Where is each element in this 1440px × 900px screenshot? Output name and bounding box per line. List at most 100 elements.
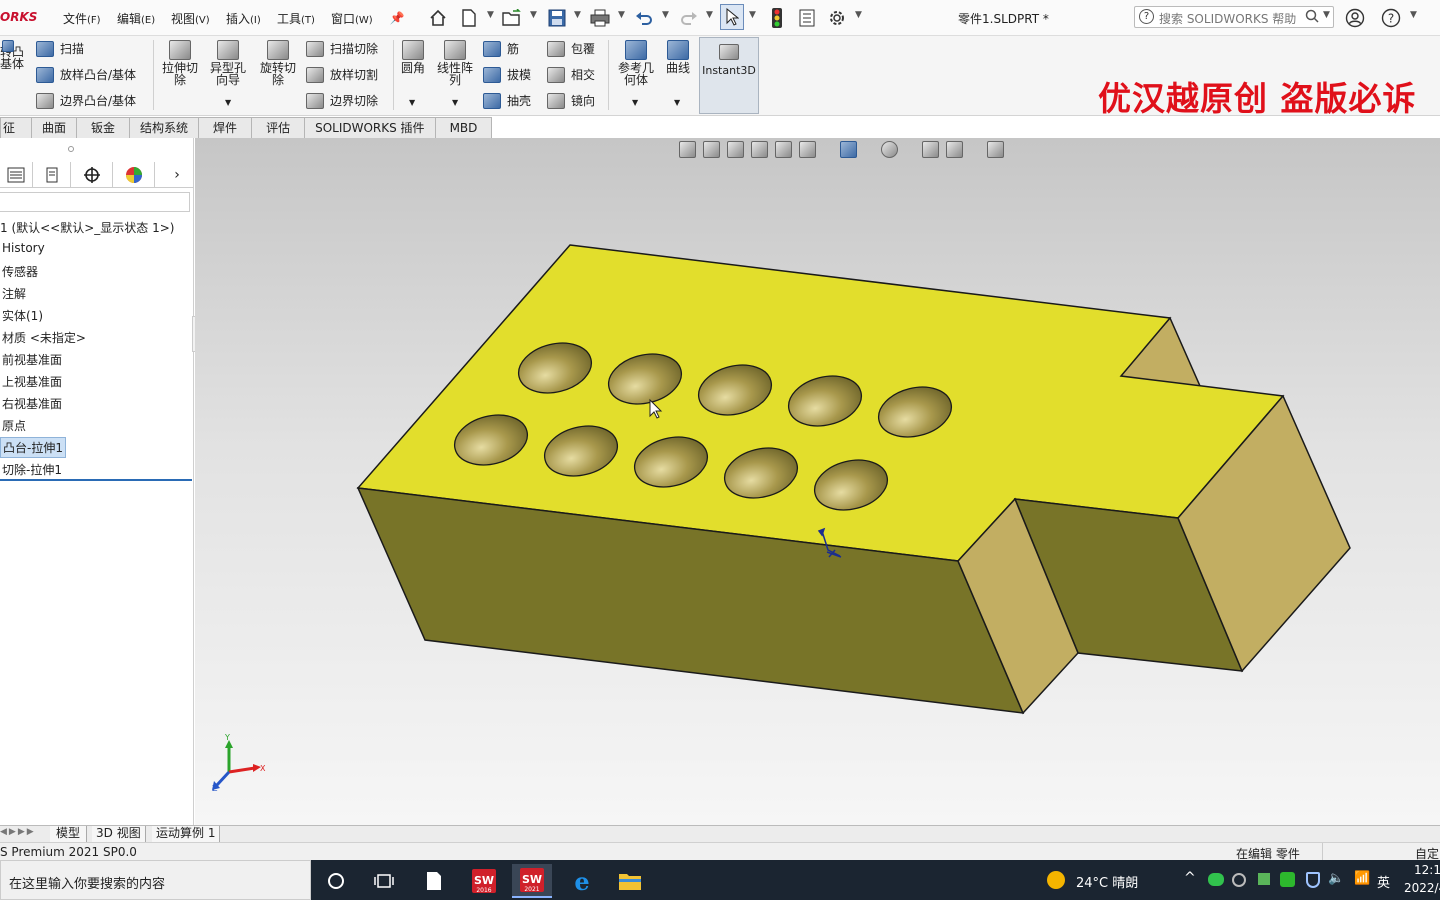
chevron-down-icon[interactable]: ▼ [674,98,680,107]
internet-explorer-icon[interactable]: e [562,864,602,898]
sweep-button[interactable]: 扫描 [36,40,84,57]
rebuild-traffic-light-icon[interactable] [766,7,788,29]
extrude-cut-button[interactable]: 拉伸切 除 [160,40,200,86]
swept-cut-button[interactable]: 扫描切除 [306,40,378,57]
rib-button[interactable]: 筋 [483,40,519,57]
tab-sheet-metal[interactable]: 钣金 [76,117,131,138]
wrap-button[interactable]: 包覆 [547,40,595,57]
task-view-icon[interactable] [364,864,404,898]
file-properties-icon[interactable] [796,7,818,29]
help-search-input[interactable]: ? 搜索 SOLIDWORKS 帮助 ▼ [1134,6,1334,28]
select-arrow-icon[interactable] [720,4,744,30]
security-app-icon[interactable] [1280,872,1295,887]
help-icon[interactable]: ? [1380,7,1402,29]
tab-3d-views[interactable]: 3D 视图 [92,826,146,842]
menu-file[interactable]: 文件(F) [63,10,101,27]
chevron-down-icon[interactable]: ▼ [618,10,625,20]
tab-structure-system[interactable]: 结构系统 [129,117,200,138]
feature-tree-filter-input[interactable] [0,192,190,212]
tab-scroll-arrows-icon[interactable]: ◀▶▶▶ [0,827,36,837]
chevron-up-icon[interactable]: ^ [1184,870,1196,886]
menu-edit[interactable]: 编辑(E) [117,10,155,27]
feature-tree-item-boss-extrude1[interactable]: 凸台-拉伸1 [0,437,66,458]
panel-collapse-handle[interactable] [68,146,74,152]
hole-wizard-button[interactable]: 异型孔 向导 [206,40,250,86]
save-icon[interactable] [546,7,568,29]
menu-tools[interactable]: 工具(T) [277,10,315,27]
feature-tree-item-material[interactable]: 材质 <未指定> [2,329,86,346]
tab-evaluate[interactable]: 评估 [251,117,306,138]
chevron-down-icon[interactable]: ▼ [530,10,537,20]
input-method-indicator[interactable]: 英 [1377,872,1390,891]
wechat-icon[interactable] [1208,873,1224,886]
cortana-icon[interactable] [316,864,356,898]
feature-tree-item-annotations[interactable]: 注解 [2,285,26,302]
solidworks-2021-icon[interactable]: SW 2021 [512,864,552,898]
reference-geometry-button[interactable]: 参考几 何体 [614,40,658,86]
chevron-down-icon[interactable]: ▼ [409,98,415,107]
shell-button[interactable]: 抽壳 [483,92,531,109]
feature-tree-item-top-plane[interactable]: 上视基准面 [2,373,62,390]
tab-model[interactable]: 模型 [50,826,88,842]
feature-tree-item-solid-bodies[interactable]: 实体(1) [2,307,43,324]
boundary-cut-button[interactable]: 边界切除 [306,92,378,109]
clock-date[interactable]: 2022/4 [1404,881,1440,895]
defender-shield-icon[interactable] [1306,872,1320,888]
chevron-down-icon[interactable]: ▼ [749,10,756,20]
feature-tree-item-sensors[interactable]: 传感器 [2,263,38,280]
chevron-down-icon[interactable]: ▼ [855,10,862,20]
nvidia-icon[interactable] [1258,873,1270,885]
open-folder-icon[interactable] [501,7,523,29]
part-model[interactable]: Y X Z [195,138,1440,826]
lofted-cut-button[interactable]: 放样切割 [306,66,378,83]
instant3d-button[interactable]: Instant3D [699,37,759,114]
intersect-button[interactable]: 相交 [547,66,595,83]
menu-insert[interactable]: 插入(I) [226,10,261,27]
tab-mbd[interactable]: MBD [434,117,493,138]
chevron-right-icon[interactable]: › [160,162,194,188]
configuration-manager-tab-icon[interactable] [71,162,113,188]
fillet-button[interactable]: 圆角 [398,40,428,74]
chevron-down-icon[interactable]: ▼ [452,98,458,107]
chevron-down-icon[interactable]: ▼ [1410,10,1417,20]
new-document-icon[interactable] [458,7,480,29]
tab-surfaces[interactable]: 曲面 [31,117,78,138]
tab-features[interactable]: 征图 [0,117,32,138]
feature-tree-item-origin[interactable]: 原点 [2,417,26,434]
pin-icon[interactable]: 📌 [386,7,408,29]
linear-pattern-button[interactable]: 线性阵 列 [434,40,476,86]
tab-weldments[interactable]: 焊件 [198,117,253,138]
curves-button[interactable]: 曲线 [662,40,694,74]
chevron-down-icon[interactable]: ▼ [662,10,669,20]
feature-tree-item-right-plane[interactable]: 右视基准面 [2,395,62,412]
network-icon[interactable]: 📶 [1354,871,1370,886]
weather-text[interactable]: 24°C 晴朗 [1076,872,1138,891]
revolve-cut-button[interactable]: 旋转切 除 [256,40,300,86]
chevron-down-icon[interactable]: ▼ [574,10,581,20]
tray-app-icon[interactable] [1232,873,1246,887]
chevron-down-icon[interactable]: ▼ [632,98,638,107]
taskbar-search-input[interactable]: 在这里输入你要搜索的内容 [0,860,311,900]
chevron-down-icon[interactable]: ▼ [487,10,494,20]
chevron-down-icon[interactable]: ▼ [225,98,231,107]
chevron-down-icon[interactable]: ▼ [706,10,713,20]
tab-solidworks-addins[interactable]: SOLIDWORKS 插件 [304,117,436,138]
chevron-down-icon[interactable]: ▼ [1323,10,1330,20]
property-manager-tab-icon[interactable] [33,162,71,188]
gear-icon[interactable] [826,7,848,29]
search-icon[interactable] [1305,9,1319,26]
feature-tree-item-history[interactable]: History [2,241,45,255]
feature-tree-item-cut-extrude1[interactable]: 切除-拉伸1 [2,461,62,478]
menu-window[interactable]: 窗口(W) [331,10,373,27]
user-account-icon[interactable] [1344,7,1366,29]
graphics-area[interactable]: Y X Z [195,138,1440,826]
volume-icon[interactable]: 🔈 [1328,871,1344,886]
home-icon[interactable] [427,7,449,29]
print-icon[interactable] [589,7,611,29]
file-explorer-icon[interactable] [610,864,650,898]
boundary-boss-button[interactable]: 边界凸台/基体 [36,92,136,109]
redo-icon[interactable] [678,7,700,29]
menu-view[interactable]: 视图(V) [171,10,210,27]
loft-button[interactable]: 放样凸台/基体 [36,66,136,83]
notepad-icon[interactable] [414,864,454,898]
